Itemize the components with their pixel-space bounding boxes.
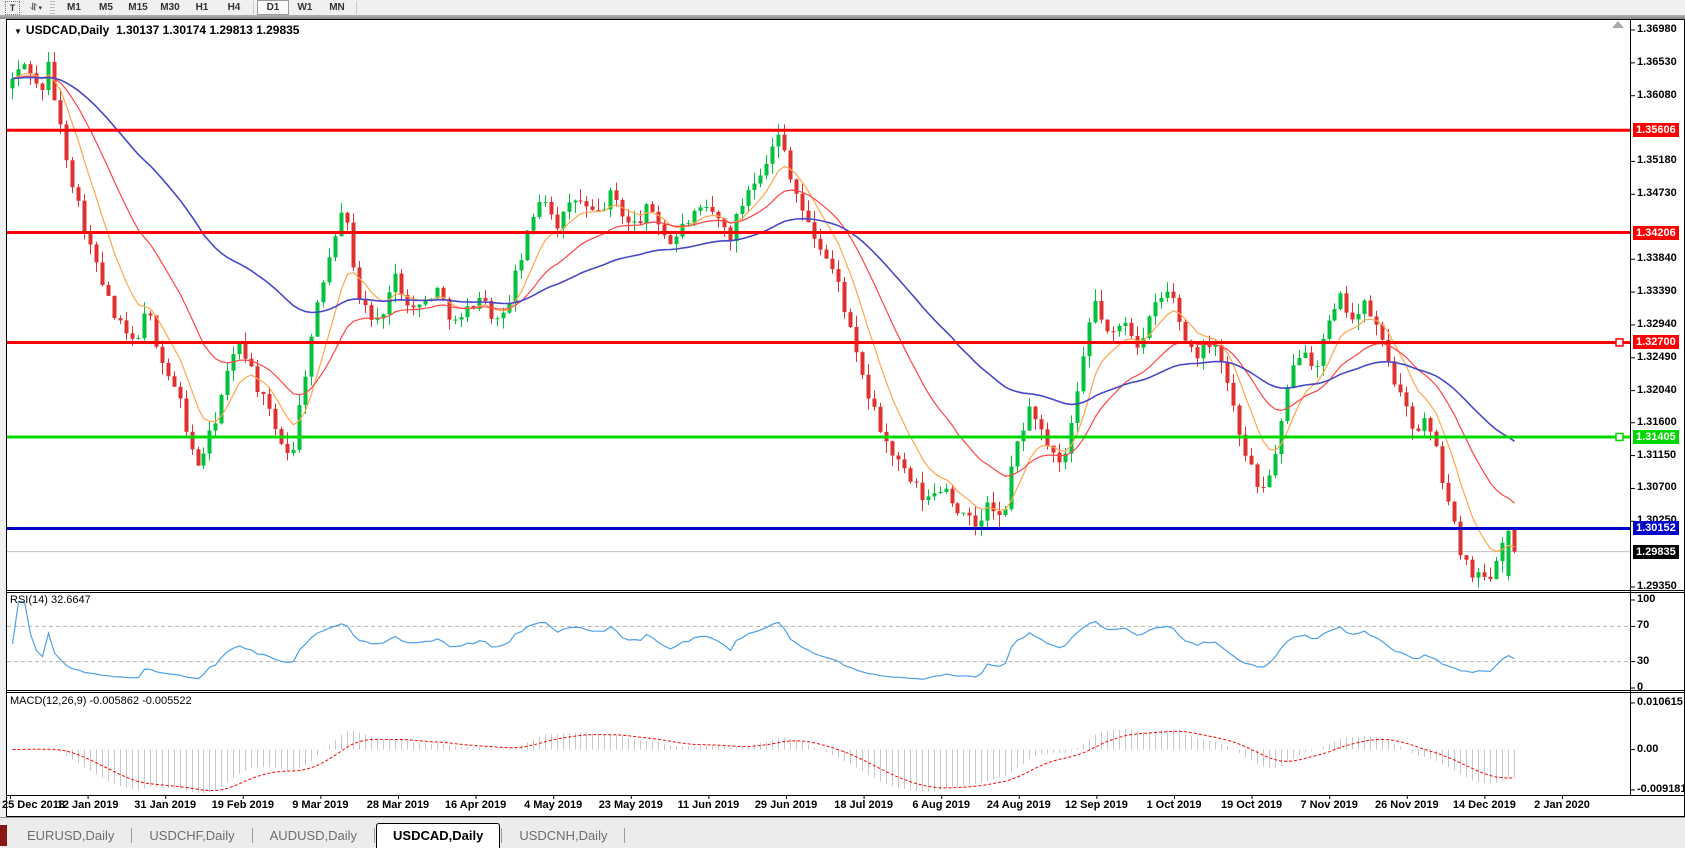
tab-usdcad-daily[interactable]: USDCAD,Daily — [376, 823, 500, 848]
rsi-indicator-label: RSI(14) 32.6647 — [10, 594, 91, 606]
line-handle[interactable] — [1616, 433, 1623, 440]
price-tick-label: 1.36530 — [1637, 56, 1677, 68]
price-tick-label: 1.36080 — [1637, 89, 1677, 101]
line-price-label: 1.32700 — [1633, 335, 1679, 349]
ohlc-values: 1.30137 1.30174 1.29813 1.29835 — [116, 23, 300, 37]
line-price-label: 1.30152 — [1633, 521, 1679, 535]
tab-separator — [624, 828, 625, 843]
rsi-tick-label: 30 — [1637, 655, 1649, 667]
chart-window — [7, 20, 1685, 817]
price-tick-label: 1.31600 — [1637, 416, 1677, 428]
price-tick-label: 1.34730 — [1637, 187, 1677, 199]
tab-eurusd-daily[interactable]: EURUSD,Daily — [11, 826, 130, 846]
chart-tab-bar: EURUSD,DailyUSDCHF,DailyAUDUSD,DailyUSDC… — [0, 817, 1685, 848]
macd-indicator-label: MACD(12,26,9) -0.005862 -0.005522 — [10, 695, 192, 707]
price-tick-label: 1.30700 — [1637, 481, 1677, 493]
tab-separator — [501, 828, 502, 843]
macd-tick-label: 0.00 — [1637, 743, 1658, 755]
macd-tick-label: -0.009181 — [1637, 783, 1685, 795]
price-tick-label: 1.29350 — [1637, 580, 1677, 592]
tab-audusd-daily[interactable]: AUDUSD,Daily — [254, 826, 373, 846]
line-price-label: 1.34206 — [1633, 226, 1679, 240]
price-tick-label: 1.32040 — [1637, 384, 1677, 396]
rsi-tick-label: 100 — [1637, 593, 1655, 605]
price-tick-label: 1.31150 — [1637, 449, 1676, 461]
tab-separator — [252, 828, 253, 843]
chart-canvas[interactable] — [0, 0, 1685, 847]
tab-usdchf-daily[interactable]: USDCHF,Daily — [133, 826, 250, 846]
current-price-label: 1.29835 — [1633, 545, 1679, 559]
symbol-label: USDCAD,Daily — [26, 23, 109, 37]
price-tick-label: 1.36980 — [1637, 23, 1677, 35]
tab-usdcnh-daily[interactable]: USDCNH,Daily — [503, 826, 623, 846]
line-handle[interactable] — [1616, 339, 1623, 346]
date-tick-label: 2 Jan 2020 — [1516, 799, 1608, 811]
symbol-caret-icon[interactable]: ▼ — [14, 27, 22, 36]
line-price-label: 1.31405 — [1633, 430, 1679, 444]
tab-separator — [374, 828, 375, 843]
price-tick-label: 1.32490 — [1637, 351, 1677, 363]
price-tick-label: 1.33840 — [1637, 252, 1677, 264]
macd-tick-label: 0.010615 — [1637, 696, 1683, 708]
price-tick-label: 1.35180 — [1637, 154, 1677, 166]
price-tick-label: 1.32940 — [1637, 318, 1677, 330]
rsi-tick-label: 70 — [1637, 619, 1649, 631]
chart-title: ▼ USDCAD,Daily 1.30137 1.30174 1.29813 1.… — [14, 23, 299, 37]
tab-separator — [131, 828, 132, 843]
price-tick-label: 1.33390 — [1637, 285, 1677, 297]
rsi-tick-label: 0 — [1637, 681, 1643, 693]
tab-bar-left-marker — [0, 825, 7, 846]
line-price-label: 1.35606 — [1633, 123, 1679, 137]
